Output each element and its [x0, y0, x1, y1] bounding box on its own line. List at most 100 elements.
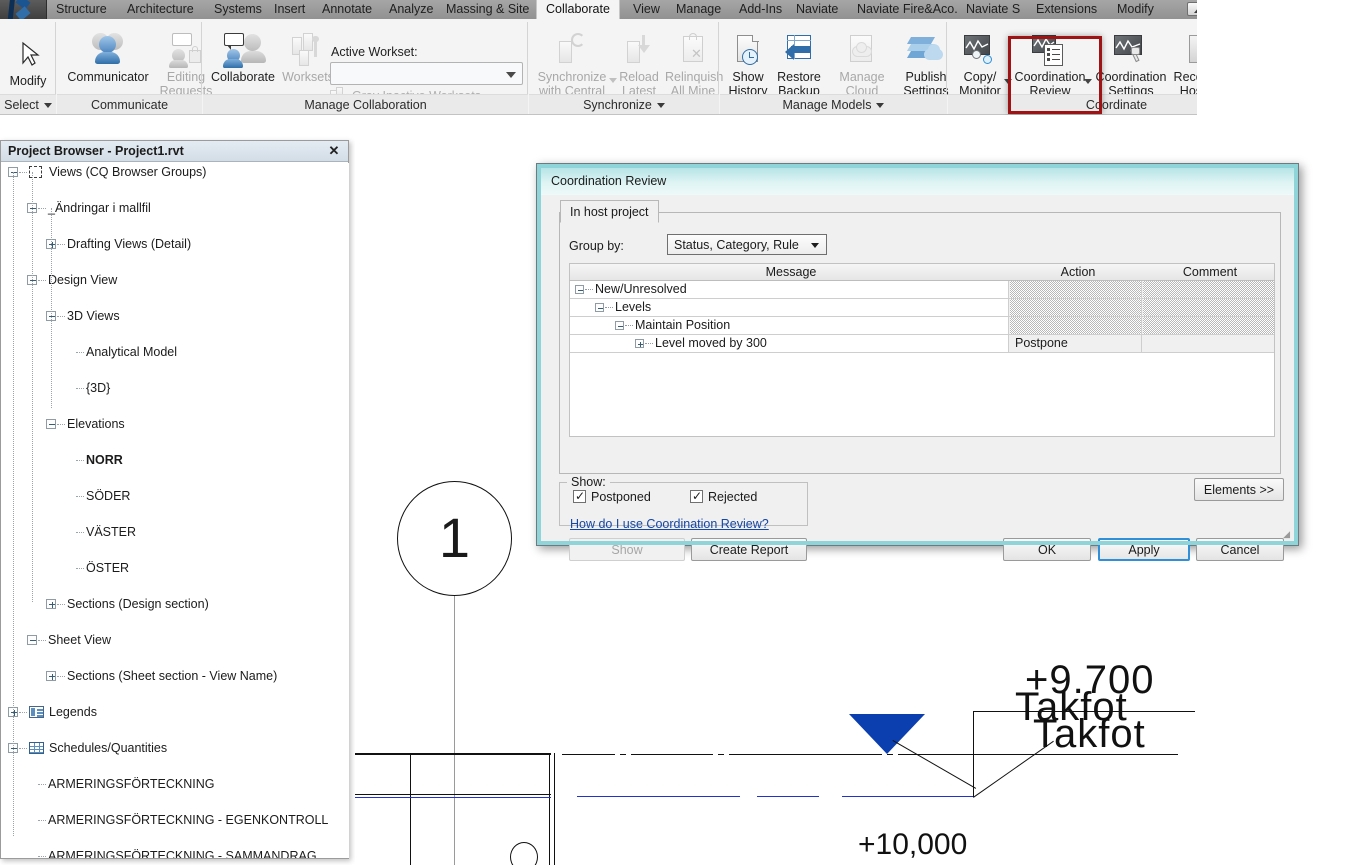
grid-cell-action[interactable] — [1010, 299, 1142, 316]
tab-naviate-fire[interactable]: Naviate Fire&Aco. — [848, 0, 967, 19]
tab-massing-site[interactable]: Massing & Site — [437, 0, 538, 19]
checkbox-rejected[interactable]: ✓ — [690, 490, 703, 503]
tab-add-ins[interactable]: Add-Ins — [730, 0, 791, 19]
grid-cell-action[interactable]: Postpone — [1010, 335, 1142, 352]
tree-item[interactable]: ÖSTER — [2, 559, 349, 577]
expand-icon[interactable] — [46, 671, 56, 681]
dialog-title-bar[interactable]: Coordination Review — [541, 168, 1296, 195]
tab-naviate[interactable]: Naviate — [787, 0, 847, 19]
tab-annotate[interactable]: Annotate — [313, 0, 381, 19]
grid-cell-action[interactable] — [1010, 281, 1142, 298]
panel-synchronize-title[interactable]: Synchronize — [529, 94, 719, 114]
tab-structure[interactable]: Structure — [47, 0, 116, 19]
publish-settings-button[interactable]: Publish Settings — [900, 33, 952, 98]
tab-manage[interactable]: Manage — [667, 0, 730, 19]
grid-cell-message[interactable]: Levels — [569, 299, 1009, 316]
tree-item[interactable]: Schedules/Quantities — [2, 739, 349, 757]
grid-cell-message[interactable]: Maintain Position — [569, 317, 1009, 334]
tree-item[interactable]: VÄSTER — [2, 523, 349, 541]
tree-item[interactable]: SÖDER — [2, 487, 349, 505]
revit-logo-icon[interactable] — [0, 0, 47, 19]
level-annotation-10000[interactable]: +10,000 — [858, 828, 967, 862]
tree-item[interactable]: ARMERINGSFÖRTECKNING - EGENKONTROLL — [2, 811, 349, 829]
grid-header-action[interactable]: Action — [1012, 264, 1144, 281]
apply-button[interactable]: Apply — [1098, 538, 1190, 561]
grid-empty-area[interactable] — [570, 353, 1274, 436]
collapse-icon[interactable] — [575, 285, 584, 294]
tab-view[interactable]: View — [624, 0, 669, 19]
tree-item[interactable]: NORR — [2, 451, 349, 469]
tree-item[interactable]: Legends — [2, 703, 349, 721]
restore-backup-button[interactable]: Restore Backup — [774, 33, 824, 98]
tree-item[interactable]: _Ändringar i mallfil — [2, 199, 349, 217]
tree-item[interactable]: Sheet View — [2, 631, 349, 649]
checkbox-postponed[interactable]: ✓ — [573, 490, 586, 503]
tab-collaborate[interactable]: Collaborate — [536, 0, 620, 19]
grid-cell-comment[interactable] — [1143, 317, 1274, 334]
tree-item[interactable]: Elevations — [2, 415, 349, 433]
collaborate-button[interactable]: Collaborate — [207, 33, 279, 84]
help-link[interactable]: How do I use Coordination Review? — [570, 517, 769, 531]
grid-cell-comment[interactable] — [1143, 335, 1274, 352]
tab-naviate-s[interactable]: Naviate S — [957, 0, 1029, 19]
group-by-select[interactable]: Status, Category, Rule — [667, 234, 827, 255]
checkbox-rejected-label[interactable]: Rejected — [708, 490, 757, 504]
tab-insert[interactable]: Insert — [265, 0, 314, 19]
communicator-button[interactable]: Communicator — [61, 33, 155, 84]
tree-item[interactable]: Sections (Design section) — [2, 595, 349, 613]
tree-item[interactable]: Drafting Views (Detail) — [2, 235, 349, 253]
active-workset-combo[interactable] — [330, 62, 523, 85]
show-history-button[interactable]: Show History — [724, 33, 772, 98]
tab-systems[interactable]: Systems — [205, 0, 271, 19]
tab-analyze[interactable]: Analyze — [380, 0, 442, 19]
checkbox-postponed-label[interactable]: Postponed — [591, 490, 651, 504]
tab-modify[interactable]: Modify — [1108, 0, 1163, 19]
grid-row[interactable]: Level moved by 300Postpone — [569, 335, 1275, 353]
project-browser-tree[interactable]: Views (CQ Browser Groups) _Ändringar i ma… — [2, 163, 349, 858]
grid-cell-message[interactable]: New/Unresolved — [569, 281, 1009, 298]
tree-item[interactable]: Sections (Sheet section - View Name) — [2, 667, 349, 685]
tab-extensions[interactable]: Extensions — [1027, 0, 1106, 19]
grid-row[interactable]: Levels — [569, 299, 1275, 317]
collapse-icon[interactable] — [46, 419, 56, 429]
tree-item[interactable]: ARMERINGSFÖRTECKNING — [2, 775, 349, 793]
grid-row[interactable]: Maintain Position — [569, 317, 1275, 335]
collapse-icon[interactable] — [27, 635, 37, 645]
grid-bubble[interactable]: 1 — [397, 481, 512, 596]
level-elevation-marker[interactable] — [849, 714, 925, 754]
tree-item[interactable]: 3D Views — [2, 307, 349, 325]
tab-in-host-project[interactable]: In host project — [560, 200, 659, 223]
ok-button[interactable]: OK — [1003, 538, 1091, 561]
grid-header-comment[interactable]: Comment — [1145, 264, 1275, 281]
panel-manage-models-title[interactable]: Manage Models — [720, 94, 947, 114]
tree-item[interactable]: Analytical Model — [2, 343, 349, 361]
collapse-icon[interactable] — [615, 321, 624, 330]
cancel-button[interactable]: Cancel — [1196, 538, 1284, 561]
panel-select-title[interactable]: Select — [0, 94, 56, 114]
outline-top — [355, 753, 551, 755]
collapse-icon[interactable] — [595, 303, 604, 312]
grid-header-message[interactable]: Message — [571, 264, 1011, 281]
grid-cell-comment[interactable] — [1143, 299, 1274, 316]
coordination-grid[interactable]: Message Action Comment New/UnresolvedLev… — [569, 263, 1275, 353]
expand-icon[interactable] — [46, 599, 56, 609]
grid-cell-message[interactable]: Level moved by 300 — [569, 335, 1009, 352]
coordination-review-dialog[interactable]: Coordination Review In host project Grou… — [536, 163, 1299, 546]
expand-icon[interactable] — [635, 339, 644, 348]
elements-button[interactable]: Elements >> — [1194, 478, 1284, 501]
coordination-settings-button[interactable]: Coordination Settings — [1092, 33, 1170, 98]
copy-monitor-button[interactable]: Copy/ Monitor — [952, 33, 1008, 98]
tree-item[interactable]: {3D} — [2, 379, 349, 397]
modify-button[interactable]: Modify — [2, 37, 54, 88]
grid-cell-comment[interactable] — [1143, 281, 1274, 298]
spot-elevation-label-2[interactable]: Takfot — [1033, 712, 1146, 757]
grid-cell-action[interactable] — [1010, 317, 1142, 334]
tree-item[interactable]: Design View — [2, 271, 349, 289]
dialog-resize-grip[interactable]: ◢ — [1283, 529, 1290, 540]
grid-row[interactable]: New/Unresolved — [569, 281, 1275, 299]
tree-item[interactable]: ARMERINGSFÖRTECKNING - SAMMANDRAG — [2, 847, 349, 858]
close-icon[interactable]: ✕ — [326, 143, 342, 159]
create-report-button[interactable]: Create Report — [691, 538, 807, 561]
tab-architecture[interactable]: Architecture — [118, 0, 203, 19]
tree-item[interactable]: Views (CQ Browser Groups) — [2, 163, 349, 181]
